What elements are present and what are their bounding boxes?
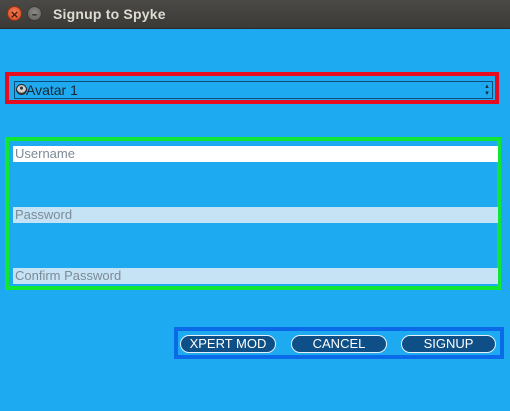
confirm-password-field[interactable] bbox=[13, 268, 498, 284]
password-field[interactable] bbox=[13, 207, 498, 223]
avatar-select[interactable]: Avatar 1 ▴ ▾ bbox=[14, 81, 493, 99]
chevron-up-down-icon: ▴ ▾ bbox=[485, 82, 489, 97]
username-field[interactable] bbox=[13, 146, 498, 162]
close-icon: × bbox=[9, 8, 20, 21]
cancel-button[interactable]: CANCEL bbox=[291, 335, 387, 353]
title-bar: × – Signup to Spyke bbox=[0, 0, 510, 29]
window-title: Signup to Spyke bbox=[53, 6, 166, 22]
minimize-icon: – bbox=[31, 8, 38, 21]
minimize-window-button[interactable]: – bbox=[27, 6, 42, 21]
expert-mode-button[interactable]: XPERT MOD bbox=[180, 335, 276, 353]
signup-button[interactable]: SIGNUP bbox=[401, 335, 496, 353]
buttons-section: XPERT MOD CANCEL SIGNUP bbox=[174, 327, 504, 359]
avatar-selected-label: Avatar 1 bbox=[26, 82, 78, 98]
close-window-button[interactable]: × bbox=[7, 6, 22, 21]
avatar-section: Avatar 1 ▴ ▾ bbox=[5, 72, 499, 104]
credentials-section bbox=[5, 137, 501, 290]
